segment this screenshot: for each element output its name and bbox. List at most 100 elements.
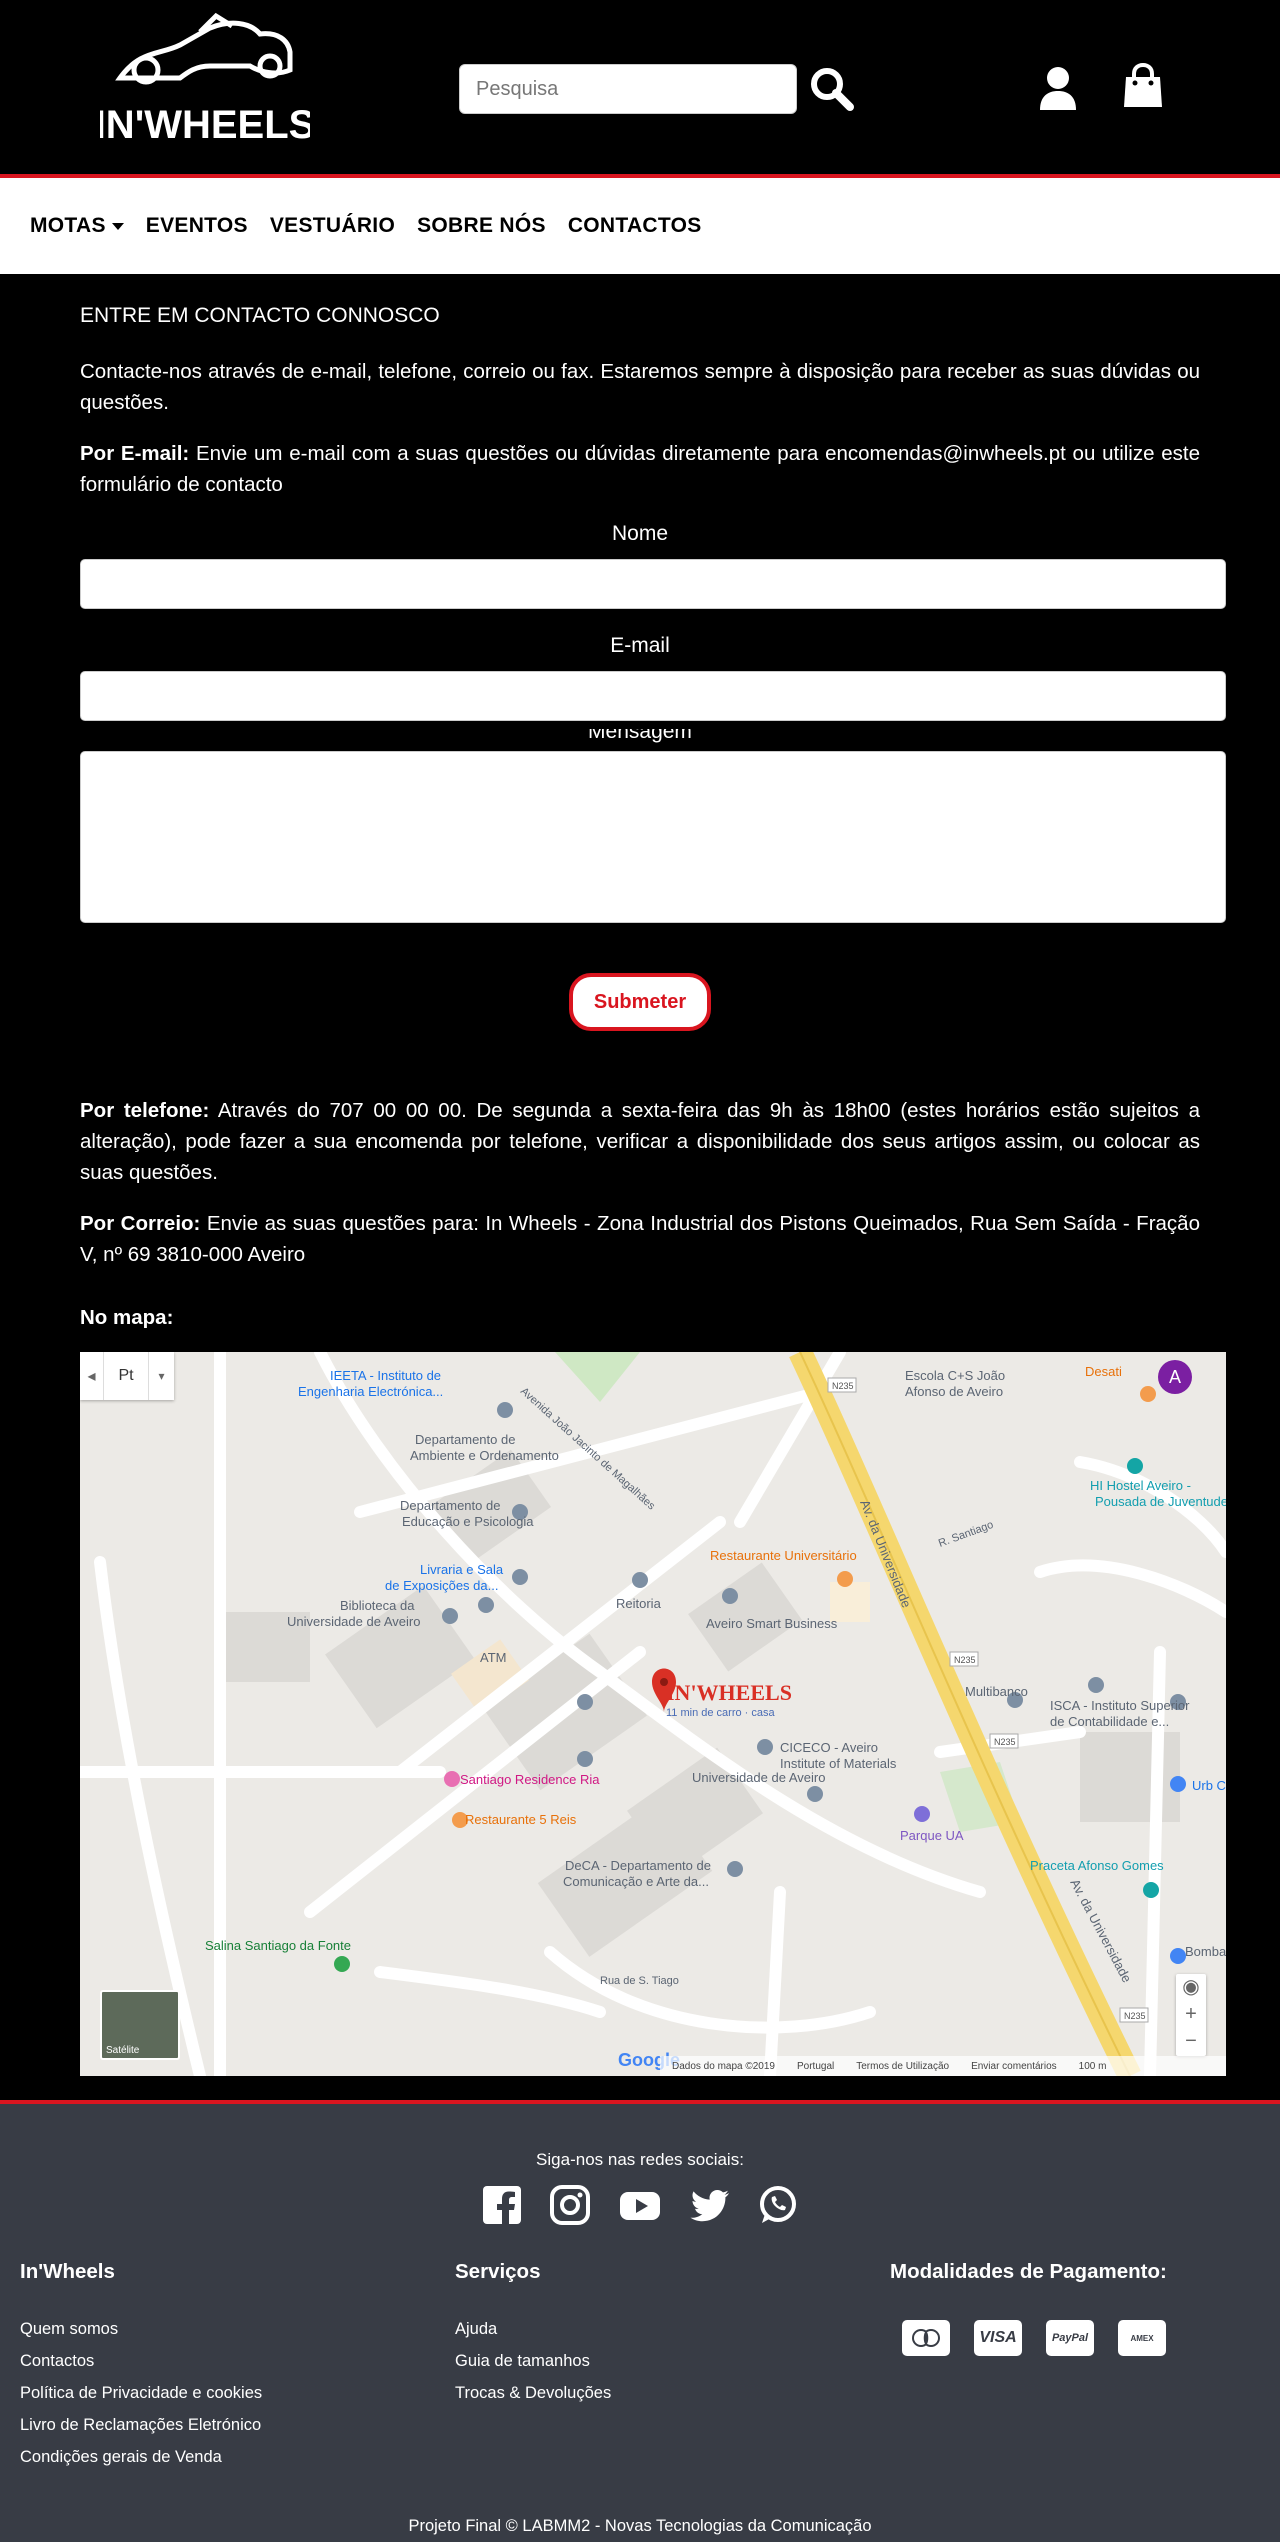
- mastercard-icon: [902, 2320, 950, 2356]
- svg-text:N235: N235: [832, 1381, 854, 1391]
- svg-text:Aveiro Smart Business: Aveiro Smart Business: [706, 1616, 838, 1631]
- zoom-out-button[interactable]: −: [1176, 2028, 1206, 2055]
- footer-col-servicos: Serviços Ajuda Guia de tamanhos Trocas &…: [455, 2260, 611, 2416]
- map-scale[interactable]: 100 m: [1079, 2061, 1107, 2072]
- satellite-label: Satélite: [106, 2045, 140, 2056]
- intro-text: Contacte-nos através de e-mail, telefone…: [80, 360, 1200, 414]
- svg-text:Afonso de Aveiro: Afonso de Aveiro: [905, 1384, 1003, 1399]
- phone-info: Por telefone: Através do 707 00 00 00. D…: [80, 1095, 1200, 1188]
- email-label: E-mail: [610, 634, 670, 657]
- contact-form: Nome E-mail Mensagem Submeter: [80, 522, 1226, 1031]
- instagram-icon[interactable]: [549, 2184, 591, 2226]
- visa-icon: VISA: [974, 2320, 1022, 2356]
- nav-item-eventos[interactable]: EVENTOS: [146, 214, 248, 238]
- name-field[interactable]: [80, 559, 1226, 609]
- svg-text:HI Hostel Aveiro -: HI Hostel Aveiro -: [1090, 1478, 1191, 1493]
- svg-text:IEETA - Instituto de: IEETA - Instituto de: [330, 1368, 441, 1383]
- amex-icon: AMEX: [1118, 2320, 1166, 2356]
- email-info: Por E-mail: Envie um e-mail com a suas q…: [80, 438, 1200, 500]
- svg-text:Parque UA: Parque UA: [900, 1828, 964, 1843]
- message-label: Mensagem: [588, 729, 692, 743]
- map[interactable]: IEETA - Instituto de Engenharia Electrón…: [80, 1352, 1226, 2076]
- footer-col-title: In'Wheels: [20, 2260, 115, 2283]
- search-input[interactable]: [459, 64, 797, 114]
- svg-text:de Exposições da...: de Exposições da...: [385, 1578, 498, 1593]
- avatar[interactable]: A: [1158, 1360, 1192, 1394]
- mail-info-label: Por Correio:: [80, 1212, 201, 1235]
- svg-text:Ambiente e Ordenamento: Ambiente e Ordenamento: [410, 1448, 559, 1463]
- search-icon[interactable]: [809, 66, 855, 112]
- facebook-icon[interactable]: [481, 2184, 523, 2226]
- footer-link-privacidade[interactable]: Política de Privacidade e cookies: [20, 2384, 262, 2403]
- name-label: Nome: [611, 522, 669, 545]
- footer-link-ajuda[interactable]: Ajuda: [455, 2320, 611, 2339]
- mail-info-text: Envie as suas questões para: In Wheels -…: [80, 1212, 1200, 1266]
- footer-link-condicoes[interactable]: Condições gerais de Venda: [20, 2448, 262, 2467]
- map-canvas[interactable]: IEETA - Instituto de Engenharia Electrón…: [80, 1352, 1226, 2076]
- message-field[interactable]: [80, 751, 1226, 923]
- email-info-label: Por E-mail:: [80, 442, 190, 465]
- svg-text:Departamento de: Departamento de: [400, 1498, 500, 1513]
- svg-text:Comunicação e Arte da...: Comunicação e Arte da...: [563, 1874, 709, 1889]
- svg-text:Restaurante 5 Reis: Restaurante 5 Reis: [465, 1812, 577, 1827]
- svg-text:N235: N235: [1124, 2011, 1146, 2021]
- svg-text:Reitoria: Reitoria: [616, 1596, 662, 1611]
- site-header: IN'WHEELS: [0, 0, 1280, 178]
- footer-col-pagamento: Modalidades de Pagamento: VISA PayPal AM…: [890, 2260, 1167, 2356]
- nav-label: MOTAS: [30, 214, 106, 237]
- locate-icon[interactable]: ◉: [1176, 1974, 1206, 2001]
- phone-info-text: Através do 707 00 00 00. De segunda a se…: [80, 1099, 1200, 1184]
- svg-text:Urb C: Urb C: [1192, 1778, 1226, 1793]
- svg-text:ISCA - Instituto Superior: ISCA - Instituto Superior: [1050, 1698, 1190, 1713]
- site-footer: Siga-nos nas redes sociais: In'Wheels Qu…: [0, 2100, 1280, 2542]
- footer-link-reclamacoes[interactable]: Livro de Reclamações Eletrónico: [20, 2416, 262, 2435]
- satellite-toggle-button[interactable]: Satélite: [100, 1990, 180, 2060]
- svg-text:Salina Santiago da Fonte: Salina Santiago da Fonte: [205, 1938, 351, 1953]
- shopping-bag-icon[interactable]: [1122, 63, 1164, 109]
- footer-link-trocas[interactable]: Trocas & Devoluções: [455, 2384, 611, 2403]
- map-language-value: Pt: [118, 1367, 134, 1384]
- map-attribution: Dados do mapa ©2019 Portugal Termos de U…: [660, 2056, 1226, 2076]
- chevron-down-icon[interactable]: ▾: [148, 1352, 174, 1400]
- svg-text:Engenharia Electrónica...: Engenharia Electrónica...: [298, 1384, 443, 1399]
- nav-item-motas[interactable]: MOTAS: [30, 214, 124, 238]
- nav-item-vestuario[interactable]: VESTUÁRIO: [270, 214, 395, 238]
- map-region[interactable]: Portugal: [797, 2061, 834, 2072]
- footer-link-quem-somos[interactable]: Quem somos: [20, 2320, 262, 2339]
- svg-text:Desati: Desati: [1085, 1364, 1122, 1379]
- main-nav: MOTAS EVENTOS VESTUÁRIO SOBRE NÓS CONTAC…: [0, 178, 1280, 274]
- zoom-in-button[interactable]: +: [1176, 2001, 1206, 2028]
- svg-text:IN'WHEELS: IN'WHEELS: [100, 103, 310, 147]
- map-label: No mapa:: [80, 1306, 174, 1329]
- svg-text:Rua de S. Tiago: Rua de S. Tiago: [600, 1975, 679, 1987]
- logo[interactable]: IN'WHEELS: [100, 10, 310, 150]
- footer-link-contactos[interactable]: Contactos: [20, 2352, 262, 2371]
- chevron-left-icon[interactable]: ◂: [80, 1352, 104, 1400]
- social-heading: Siga-nos nas redes sociais:: [536, 2150, 744, 2169]
- email-field[interactable]: [80, 671, 1226, 721]
- svg-text:Pousada de Juventude: Pousada de Juventude: [1095, 1494, 1226, 1509]
- footer-col-inwheels: In'Wheels Quem somos Contactos Política …: [20, 2260, 262, 2480]
- svg-text:Bombas: Bombas: [1185, 1944, 1226, 1959]
- submit-button[interactable]: Submeter: [569, 973, 711, 1031]
- mail-info: Por Correio: Envie as suas questões para…: [80, 1208, 1200, 1270]
- svg-text:Universidade de Aveiro: Universidade de Aveiro: [287, 1614, 420, 1629]
- nav-item-contactos[interactable]: CONTACTOS: [568, 214, 702, 238]
- map-data-credit: Dados do mapa ©2019: [672, 2060, 775, 2072]
- user-icon[interactable]: [1038, 66, 1078, 110]
- twitter-icon[interactable]: [689, 2184, 731, 2226]
- youtube-icon[interactable]: [617, 2184, 663, 2226]
- whatsapp-icon[interactable]: [757, 2184, 799, 2226]
- svg-text:Livraria e Sala: Livraria e Sala: [420, 1562, 504, 1577]
- nav-item-sobre-nos[interactable]: SOBRE NÓS: [417, 214, 546, 238]
- svg-text:Universidade de Aveiro: Universidade de Aveiro: [692, 1770, 825, 1785]
- map-language-control[interactable]: ◂ Pt ▾: [80, 1352, 174, 1400]
- svg-text:N235: N235: [954, 1655, 976, 1665]
- marker-subtitle: 11 min de carro · casa: [666, 1707, 776, 1719]
- svg-text:ATM: ATM: [480, 1650, 506, 1665]
- map-terms-link[interactable]: Termos de Utilização: [856, 2061, 949, 2072]
- svg-text:de Contabilidade e...: de Contabilidade e...: [1050, 1714, 1169, 1729]
- footer-link-guia-tamanhos[interactable]: Guia de tamanhos: [455, 2352, 611, 2371]
- svg-text:Praceta Afonso Gomes: Praceta Afonso Gomes: [1030, 1858, 1164, 1873]
- map-feedback-link[interactable]: Enviar comentários: [971, 2061, 1057, 2072]
